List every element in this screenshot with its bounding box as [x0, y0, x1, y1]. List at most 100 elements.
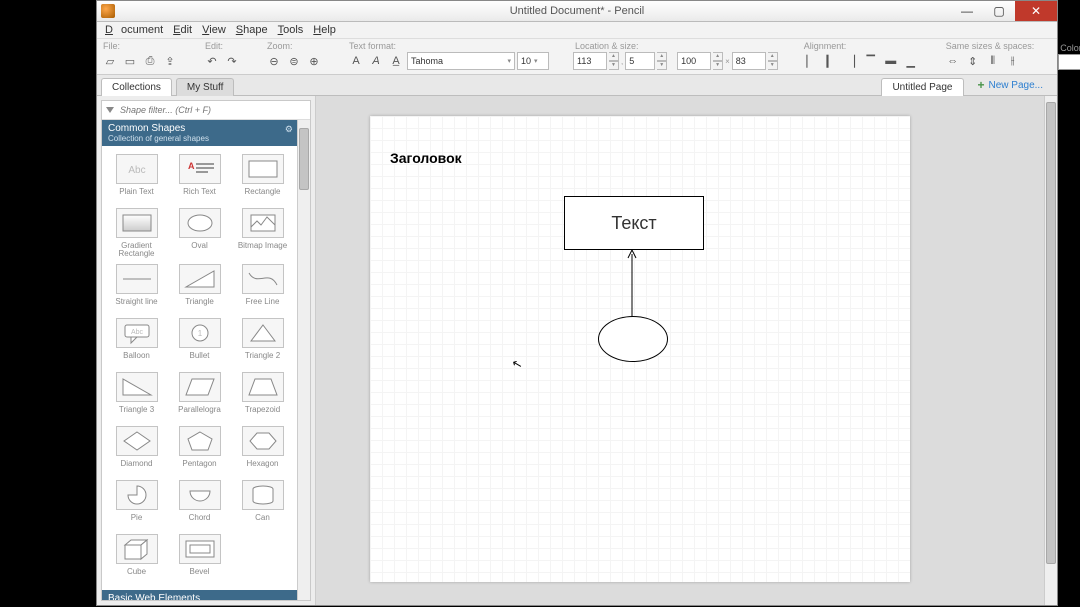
- group-locsize-label: Location & size:: [573, 41, 778, 51]
- heading-shape[interactable]: Заголовок: [390, 150, 462, 166]
- shape-bevel[interactable]: Bevel: [171, 534, 228, 582]
- shape-hexagon[interactable]: Hexagon: [234, 426, 291, 474]
- shape-gradient-rectangle[interactable]: Gradient Rectangle: [108, 208, 165, 258]
- new-page-button[interactable]: + New Page...: [968, 75, 1054, 95]
- shape-oval[interactable]: Oval: [171, 208, 228, 258]
- open-doc-button[interactable]: ▭: [121, 52, 139, 70]
- italic-button[interactable]: A: [367, 52, 385, 70]
- new-doc-button[interactable]: ▱: [101, 52, 119, 70]
- shape-triangle-2[interactable]: Triangle 2: [234, 318, 291, 366]
- save-doc-button[interactable]: ⎙: [141, 52, 159, 70]
- shape-thumb: [242, 372, 284, 402]
- pick-font-button[interactable]: A: [347, 52, 365, 70]
- align-bottom-button[interactable]: ▁: [902, 52, 920, 70]
- font-family-combo[interactable]: Tahoma ▾: [407, 52, 515, 70]
- svg-text:Abc: Abc: [130, 329, 143, 336]
- size-w-input[interactable]: 100: [677, 52, 711, 70]
- group-align-label: Alignment:: [802, 41, 920, 51]
- category-basic-web[interactable]: Basic Web Elements: [102, 590, 297, 600]
- font-size-button[interactable]: A̲: [387, 52, 405, 70]
- shape-thumb: A: [179, 154, 221, 184]
- shape-label: Chord: [189, 514, 211, 528]
- canvas-scrollbar[interactable]: [1044, 96, 1057, 605]
- color-swatch[interactable]: [1058, 54, 1080, 70]
- group-text-label: Text format:: [347, 41, 549, 51]
- shape-pie[interactable]: Pie: [108, 480, 165, 528]
- size-h-input[interactable]: 83: [732, 52, 766, 70]
- category-title: Basic Web Elements: [108, 593, 200, 600]
- shape-bullet[interactable]: 1Bullet: [171, 318, 228, 366]
- space-v-button[interactable]: ⫲: [1004, 52, 1022, 70]
- align-left-button[interactable]: ▏: [802, 52, 820, 70]
- shape-triangle-3[interactable]: Triangle 3: [108, 372, 165, 420]
- shape-trapezoid[interactable]: Trapezoid: [234, 372, 291, 420]
- menu-edit[interactable]: Edit: [169, 24, 196, 36]
- shape-label: Hexagon: [246, 460, 278, 474]
- pos-x-input[interactable]: 113: [573, 52, 607, 70]
- align-top-button[interactable]: ▔: [862, 52, 880, 70]
- close-button[interactable]: ✕: [1015, 1, 1057, 21]
- shape-diamond[interactable]: Diamond: [108, 426, 165, 474]
- shape-plain-text[interactable]: AbcPlain Text: [108, 154, 165, 202]
- shape-label: Cube: [127, 568, 146, 582]
- shape-bitmap-image[interactable]: Bitmap Image: [234, 208, 291, 258]
- align-middle-button[interactable]: ▬: [882, 52, 900, 70]
- shape-thumb: Abc: [116, 154, 158, 184]
- shape-pentagon[interactable]: Pentagon: [171, 426, 228, 474]
- tab-collections[interactable]: Collections: [101, 78, 172, 96]
- shape-label: Can: [255, 514, 270, 528]
- category-common-shapes[interactable]: Common Shapes Collection of general shap…: [102, 120, 297, 146]
- shape-straight-line[interactable]: Straight line: [108, 264, 165, 312]
- shape-label: Balloon: [123, 352, 150, 366]
- menu-help[interactable]: Help: [309, 24, 340, 36]
- page[interactable]: Заголовок Текст: [370, 116, 910, 582]
- same-width-button[interactable]: ⇔: [944, 52, 962, 70]
- shape-thumb: [116, 534, 158, 564]
- group-zoom-label: Zoom:: [265, 41, 323, 51]
- undo-button[interactable]: ↶: [203, 52, 221, 70]
- zoom-in-button[interactable]: ⊕: [305, 52, 323, 70]
- shape-thumb: [116, 372, 158, 402]
- shape-can[interactable]: Can: [234, 480, 291, 528]
- minimize-button[interactable]: —: [951, 1, 983, 21]
- scroll-thumb[interactable]: [1046, 102, 1056, 564]
- shape-chord[interactable]: Chord: [171, 480, 228, 528]
- rectangle-shape[interactable]: Текст: [564, 196, 704, 250]
- same-height-button[interactable]: ⇕: [964, 52, 982, 70]
- shape-rectangle[interactable]: Rectangle: [234, 154, 291, 202]
- font-size-value: 10: [521, 56, 531, 66]
- align-center-button[interactable]: ▎: [822, 52, 840, 70]
- shape-parallelogra[interactable]: Parallelogra: [171, 372, 228, 420]
- shape-cube[interactable]: Cube: [108, 534, 165, 582]
- menubar: Document Edit View Shape Tools Help: [97, 22, 1057, 39]
- zoom-out-button[interactable]: ⊖: [265, 52, 283, 70]
- group-file-label: File:: [101, 41, 179, 51]
- canvas-viewport[interactable]: Заголовок Текст ↖: [316, 96, 1044, 605]
- svg-text:A: A: [188, 161, 195, 171]
- menu-document[interactable]: Document: [101, 24, 167, 36]
- maximize-button[interactable]: ▢: [983, 1, 1015, 21]
- menu-view[interactable]: View: [198, 24, 230, 36]
- pos-y-input[interactable]: 5: [625, 52, 655, 70]
- menu-tools[interactable]: Tools: [274, 24, 308, 36]
- font-size-combo[interactable]: 10 ▾: [517, 52, 549, 70]
- shape-free-line[interactable]: Free Line: [234, 264, 291, 312]
- shape-triangle[interactable]: Triangle: [171, 264, 228, 312]
- panel-scrollbar[interactable]: [297, 120, 310, 600]
- page-tab[interactable]: Untitled Page: [881, 78, 963, 96]
- redo-button[interactable]: ↷: [223, 52, 241, 70]
- shape-thumb: [116, 264, 158, 294]
- titlebar[interactable]: Untitled Document* - Pencil — ▢ ✕: [97, 1, 1057, 22]
- oval-shape[interactable]: [598, 316, 668, 362]
- shape-rich-text[interactable]: ARich Text: [171, 154, 228, 202]
- scroll-thumb[interactable]: [299, 128, 309, 190]
- menu-shape[interactable]: Shape: [232, 24, 272, 36]
- space-h-button[interactable]: ⫴: [984, 52, 1002, 70]
- gear-icon[interactable]: ⚙: [285, 124, 293, 135]
- align-right-button[interactable]: ▕: [842, 52, 860, 70]
- tab-mystuff[interactable]: My Stuff: [176, 78, 235, 96]
- shape-balloon[interactable]: Abc Balloon: [108, 318, 165, 366]
- zoom-reset-button[interactable]: ⊜: [285, 52, 303, 70]
- shape-filter-input[interactable]: [118, 104, 306, 116]
- export-button[interactable]: ⇪: [161, 52, 179, 70]
